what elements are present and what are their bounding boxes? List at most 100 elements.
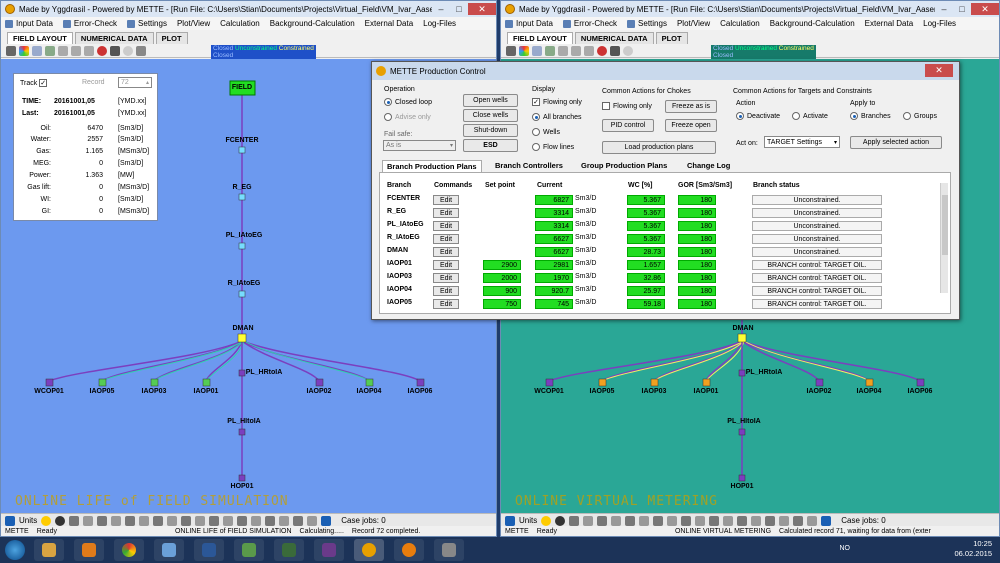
node-dman[interactable]: DMAN (733, 325, 754, 332)
tool-icon-s[interactable] (293, 515, 304, 526)
calendar-icon[interactable] (610, 45, 620, 56)
delete-icon[interactable] (597, 45, 607, 56)
well-iaop04[interactable]: IAOP04 (357, 388, 382, 395)
node-field[interactable]: FIELD (232, 84, 252, 91)
taskbar-mette[interactable] (354, 539, 384, 561)
tool-icon-o[interactable] (737, 515, 748, 526)
settings-icon[interactable] (136, 45, 146, 56)
all-branches-radio[interactable]: All branches (532, 113, 582, 121)
well-iaop05[interactable]: IAOP05 (590, 388, 615, 395)
taskbar-blender[interactable] (394, 539, 424, 561)
node-pl-hrtoia[interactable]: PL_HRtoIA (746, 369, 783, 376)
well-iaop02[interactable]: IAOP02 (307, 388, 332, 395)
tool-icon-b[interactable] (55, 515, 66, 526)
branch-tool-icon[interactable] (558, 45, 568, 56)
minimize-button[interactable]: – (432, 3, 450, 15)
tool-icon-p[interactable] (751, 515, 762, 526)
open-wells-button[interactable]: Open wells (463, 94, 518, 107)
select-tool-icon[interactable] (506, 45, 516, 56)
advise-only-radio[interactable]: Advise only (384, 113, 431, 121)
node-r-iatoeg[interactable]: R_IAtoEG (228, 280, 261, 287)
tab-field-layout[interactable]: FIELD LAYOUT (7, 32, 73, 44)
menu-input-data[interactable]: Input Data (5, 19, 53, 28)
tool-icon-h[interactable] (139, 515, 150, 526)
well-iaop01[interactable]: IAOP01 (194, 388, 219, 395)
deactivate-radio[interactable]: Deactivate (736, 112, 780, 120)
close-window-button[interactable]: ✕ (468, 3, 496, 15)
tool-icon-f[interactable] (611, 515, 622, 526)
refresh-icon[interactable] (123, 45, 133, 56)
tool-icon-m[interactable] (209, 515, 220, 526)
node-pl-hrtoia[interactable]: PL_HRtoIA (246, 369, 283, 376)
tab-branch-production-plans[interactable]: Branch Production Plans (382, 160, 482, 172)
zoom-icon[interactable] (545, 45, 555, 56)
clock[interactable]: 10:25 06.02.2015 (954, 539, 992, 559)
language-indicator[interactable]: NO (840, 545, 851, 552)
dialog-close-button[interactable]: ✕ (925, 64, 953, 77)
taskbar-explorer[interactable] (34, 539, 64, 561)
tool-icon-c[interactable] (569, 515, 580, 526)
menu-calculation[interactable]: Calculation (220, 19, 260, 28)
flow-lines-radio[interactable]: Flow lines (532, 143, 574, 151)
menu-calculation[interactable]: Calculation (720, 19, 760, 28)
tool-icon-u[interactable] (821, 515, 832, 526)
tool-icon-k[interactable] (181, 515, 192, 526)
tool-icon-t[interactable] (807, 515, 818, 526)
tool-icon-n[interactable] (723, 515, 734, 526)
well-iaop04[interactable]: IAOP04 (857, 388, 882, 395)
closed-loop-radio[interactable]: Closed loop (384, 98, 432, 106)
edit-button[interactable]: Edit (433, 208, 459, 218)
zoom-icon[interactable] (45, 45, 55, 56)
refresh-icon[interactable] (623, 45, 633, 56)
tool-icon-t[interactable] (307, 515, 318, 526)
tool-icon-j[interactable] (667, 515, 678, 526)
menu-background-calculation[interactable]: Background-Calculation (770, 19, 855, 28)
branch-tool-icon[interactable] (58, 45, 68, 56)
tool-icon-p[interactable] (251, 515, 262, 526)
edit-button[interactable]: Edit (433, 234, 459, 244)
activate-radio[interactable]: Activate (792, 112, 828, 120)
node-pl-hitoia[interactable]: PL_HItoIA (727, 418, 760, 425)
taskbar-app-7[interactable] (274, 539, 304, 561)
taskbar-app-8[interactable] (314, 539, 344, 561)
menu-log-files[interactable]: Log-Files (423, 19, 456, 28)
tool-icon-a[interactable] (41, 515, 52, 526)
close-wells-button[interactable]: Close wells (463, 109, 518, 122)
tool-icon-o[interactable] (237, 515, 248, 526)
taskbar-chrome[interactable] (114, 539, 144, 561)
tool-icon-k[interactable] (681, 515, 692, 526)
tool-icon-i[interactable] (653, 515, 664, 526)
pid-control-button[interactable]: PID control (602, 119, 654, 132)
delete-icon[interactable] (97, 45, 107, 56)
maximize-button[interactable]: □ (953, 3, 971, 15)
branches-radio[interactable]: Branches (850, 112, 891, 120)
tab-group-production-plans[interactable]: Group Production Plans (577, 160, 671, 171)
apply-selected-action-button[interactable]: Apply selected action (850, 136, 942, 149)
node-fcenter[interactable]: FCENTER (225, 137, 258, 144)
fail-safe-select[interactable]: As is ▾ (383, 140, 456, 151)
units-button[interactable]: Units (519, 516, 537, 525)
tool-icon-s[interactable] (793, 515, 804, 526)
node-tool-icon[interactable] (71, 45, 81, 56)
record-input[interactable]: 72 ▴ (118, 77, 152, 88)
taskbar-app-6[interactable] (234, 539, 264, 561)
flowing-only-checkbox[interactable]: ✓ Flowing only (532, 98, 582, 106)
tool-icon-g[interactable] (625, 515, 636, 526)
select-tool-icon[interactable] (6, 45, 16, 56)
node-hop01[interactable]: HOP01 (231, 483, 254, 490)
tool-icon-g[interactable] (125, 515, 136, 526)
node-tool-icon[interactable] (571, 45, 581, 56)
menu-plot-view[interactable]: Plot/View (177, 19, 210, 28)
set-point-value[interactable]: 900 (483, 286, 521, 296)
tool-icon-l[interactable] (695, 515, 706, 526)
link-tool-icon[interactable] (584, 45, 594, 56)
edit-button[interactable]: Edit (433, 286, 459, 296)
well-iaop06[interactable]: IAOP06 (408, 388, 433, 395)
set-point-value[interactable]: 2000 (483, 273, 521, 283)
menu-plot-view[interactable]: Plot/View (677, 19, 710, 28)
tool-icon-d[interactable] (583, 515, 594, 526)
tab-field-layout[interactable]: FIELD LAYOUT (507, 32, 573, 44)
edit-button[interactable]: Edit (433, 221, 459, 231)
edit-button[interactable]: Edit (433, 273, 459, 283)
menu-external-data[interactable]: External Data (365, 19, 413, 28)
